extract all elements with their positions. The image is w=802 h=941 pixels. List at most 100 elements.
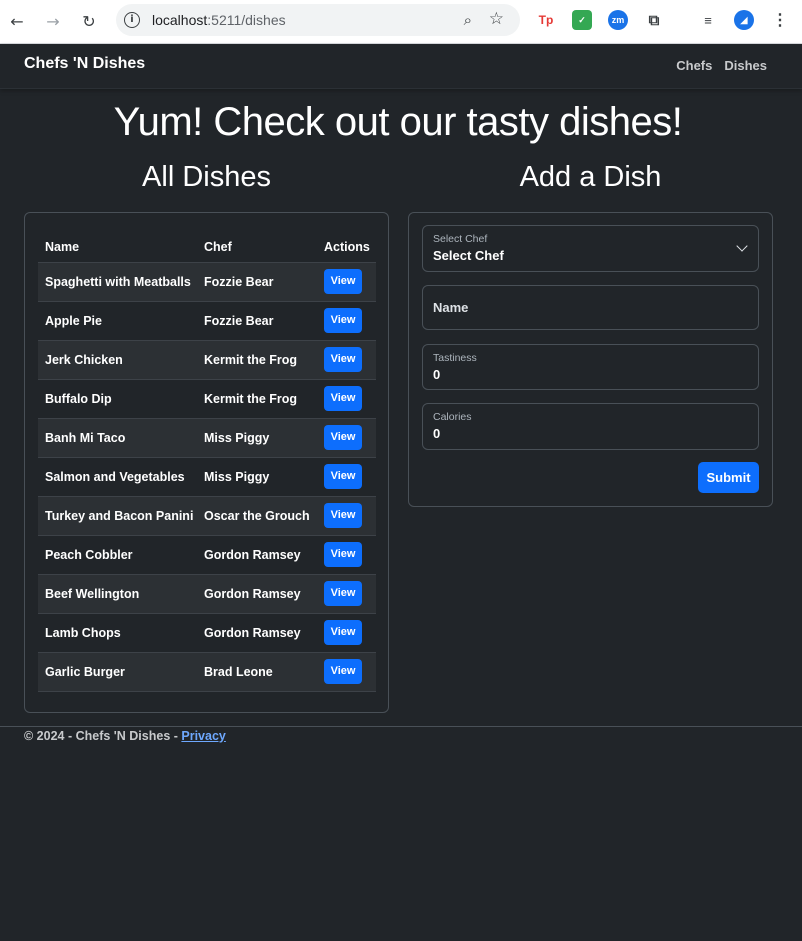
- add-dish-card: Select Chef Select Chef Name Tastiness 0…: [408, 212, 773, 507]
- table-header-row: Name Chef Actions: [38, 228, 376, 262]
- page-title: Yum! Check out our tasty dishes!: [113, 100, 683, 144]
- table-row: Turkey and Bacon Panini Oscar the Grouch V…: [38, 495, 376, 535]
- view-button[interactable]: View: [324, 269, 362, 294]
- all-dishes-heading: All Dishes: [142, 161, 271, 193]
- table-row: Spaghetti with Meatballs Fozzie Bear View: [38, 261, 376, 301]
- chef-name-cell: Fozzie Bear: [198, 261, 318, 301]
- dish-name-cell: Garlic Burger: [38, 651, 198, 692]
- forward-arrow-icon[interactable]: →: [42, 10, 64, 32]
- extension-shield-icon[interactable]: ✓: [572, 10, 592, 30]
- chef-name-cell: Miss Piggy: [198, 417, 318, 457]
- actions-cell: View: [318, 495, 376, 535]
- table-row: Garlic Burger Brad Leone View: [38, 651, 376, 692]
- column-header-actions: Actions: [324, 239, 370, 254]
- url-text: localhost:5211/dishes: [152, 12, 286, 28]
- dish-name-cell: Salmon and Vegetables: [38, 456, 198, 496]
- dish-name-cell: Banh Mi Taco: [38, 417, 198, 457]
- column-header-chef: Chef: [204, 239, 232, 254]
- view-button[interactable]: View: [324, 542, 362, 567]
- address-bar[interactable]: i localhost:5211/dishes ⌕ ☆: [116, 4, 520, 36]
- chef-name-cell: Kermit the Frog: [198, 378, 318, 418]
- kebab-menu-icon[interactable]: ⋮: [770, 10, 790, 30]
- table-row: Jerk Chicken Kermit the Frog View: [38, 339, 376, 379]
- reload-icon[interactable]: ↻: [78, 10, 100, 32]
- chef-name-cell: Miss Piggy: [198, 456, 318, 496]
- table-row: Banh Mi Taco Miss Piggy View: [38, 417, 376, 457]
- table-row: Peach Cobbler Gordon Ramsey View: [38, 534, 376, 574]
- table-row: Salmon and Vegetables Miss Piggy View: [38, 456, 376, 496]
- actions-cell: View: [318, 378, 376, 418]
- footer: © 2024 - Chefs 'N Dishes - Privacy: [0, 726, 802, 745]
- extensions-puzzle-icon[interactable]: ⧉: [644, 10, 664, 30]
- chef-select-label: Select Chef: [433, 233, 488, 245]
- table-row: Lamb Chops Gordon Ramsey View: [38, 612, 376, 652]
- name-input-placeholder: Name: [433, 300, 469, 315]
- table-row: Apple Pie Fozzie Bear View: [38, 300, 376, 340]
- dish-name-cell: Apple Pie: [38, 300, 198, 340]
- view-button[interactable]: View: [324, 620, 362, 645]
- chef-name-cell: Gordon Ramsey: [198, 534, 318, 574]
- actions-cell: View: [318, 573, 376, 613]
- extension-zm-icon[interactable]: zm: [608, 10, 628, 30]
- actions-cell: View: [318, 261, 376, 301]
- chef-name-cell: Oscar the Grouch: [198, 495, 318, 535]
- chef-name-cell: Kermit the Frog: [198, 339, 318, 379]
- actions-cell: View: [318, 651, 376, 692]
- view-button[interactable]: View: [324, 659, 362, 684]
- calories-value: 0: [433, 426, 441, 441]
- extension-tp-icon[interactable]: Tp: [536, 10, 556, 30]
- footer-text: © 2024 - Chefs 'N Dishes -: [24, 729, 182, 743]
- chef-name-cell: Fozzie Bear: [198, 300, 318, 340]
- actions-cell: View: [318, 417, 376, 457]
- chef-name-cell: Gordon Ramsey: [198, 573, 318, 613]
- actions-cell: View: [318, 534, 376, 574]
- view-button[interactable]: View: [324, 503, 362, 528]
- view-button[interactable]: View: [324, 425, 362, 450]
- chef-name-cell: Gordon Ramsey: [198, 612, 318, 652]
- zoom-icon[interactable]: ⌕: [464, 11, 472, 29]
- view-button[interactable]: View: [324, 308, 362, 333]
- browser-toolbar: ← → ↻ i localhost:5211/dishes ⌕ ☆ Tp ✓ z…: [0, 0, 802, 44]
- media-controls-icon[interactable]: ≡: [698, 10, 718, 30]
- chef-select-value: Select Chef: [433, 248, 504, 263]
- app-navbar: Chefs 'N Dishes Chefs Dishes: [0, 44, 802, 89]
- dishes-card: Name Chef Actions Spaghetti with Meatbal…: [24, 212, 389, 713]
- site-info-icon[interactable]: i: [124, 12, 140, 28]
- view-button[interactable]: View: [324, 386, 362, 411]
- actions-cell: View: [318, 300, 376, 340]
- dishes-table: Name Chef Actions Spaghetti with Meatbal…: [38, 228, 376, 692]
- chef-select[interactable]: Select Chef Select Chef: [422, 225, 759, 272]
- table-row: Buffalo Dip Kermit the Frog View: [38, 378, 376, 418]
- submit-button[interactable]: Submit: [698, 462, 759, 493]
- bookmark-star-icon[interactable]: ☆: [489, 9, 504, 29]
- name-input[interactable]: Name: [422, 285, 759, 330]
- view-button[interactable]: View: [324, 464, 362, 489]
- dish-name-cell: Turkey and Bacon Panini: [38, 495, 198, 535]
- actions-cell: View: [318, 456, 376, 496]
- dish-name-cell: Lamb Chops: [38, 612, 198, 652]
- table-row: Beef Wellington Gordon Ramsey View: [38, 573, 376, 613]
- dish-name-cell: Peach Cobbler: [38, 534, 198, 574]
- column-header-name: Name: [45, 239, 80, 254]
- nav-link-chefs[interactable]: Chefs: [676, 58, 712, 73]
- dish-name-cell: Beef Wellington: [38, 573, 198, 613]
- calories-label: Calories: [433, 411, 472, 423]
- chef-name-cell: Brad Leone: [198, 651, 318, 692]
- view-button[interactable]: View: [324, 347, 362, 372]
- profile-avatar-icon[interactable]: ◢: [734, 10, 754, 30]
- privacy-link[interactable]: Privacy: [181, 729, 225, 743]
- calories-input[interactable]: Calories 0: [422, 403, 759, 450]
- chevron-down-icon: [736, 240, 748, 252]
- actions-cell: View: [318, 612, 376, 652]
- tastiness-value: 0: [433, 367, 441, 382]
- tastiness-input[interactable]: Tastiness 0: [422, 344, 759, 390]
- nav-link-dishes[interactable]: Dishes: [724, 58, 767, 73]
- add-dish-heading: Add a Dish: [519, 161, 662, 193]
- dish-name-cell: Spaghetti with Meatballs: [38, 261, 198, 301]
- brand-link[interactable]: Chefs 'N Dishes: [24, 55, 145, 73]
- tastiness-label: Tastiness: [433, 352, 477, 364]
- dish-name-cell: Jerk Chicken: [38, 339, 198, 379]
- actions-cell: View: [318, 339, 376, 379]
- view-button[interactable]: View: [324, 581, 362, 606]
- back-arrow-icon[interactable]: ←: [6, 10, 28, 32]
